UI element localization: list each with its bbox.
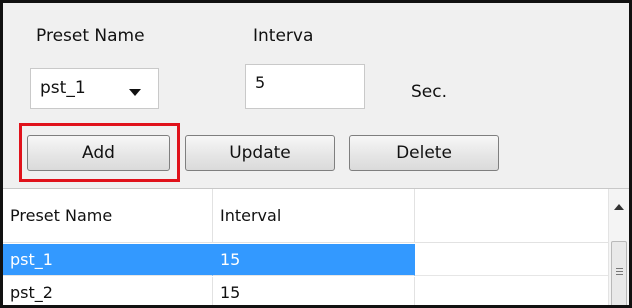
column-header-interval[interactable]: Interval — [213, 189, 415, 243]
interval-input-value: 5 — [255, 73, 266, 92]
cell-preset-name: pst_2 — [3, 277, 213, 305]
vertical-scrollbar[interactable] — [608, 189, 629, 305]
interval-input[interactable]: 5 — [245, 64, 365, 109]
add-button[interactable]: Add — [27, 135, 170, 171]
delete-button[interactable]: Delete — [349, 135, 499, 171]
column-header-empty[interactable] — [415, 189, 608, 243]
table-row[interactable]: pst_2 15 — [3, 277, 608, 305]
cell-empty — [415, 244, 608, 276]
table-header: Preset Name Interval — [3, 189, 608, 243]
cell-interval: 15 — [213, 244, 415, 276]
scroll-up-arrow-icon[interactable] — [614, 204, 624, 210]
cell-interval: 15 — [213, 277, 415, 305]
preset-panel: Preset Name Interva pst_1 5 Sec. Add Upd… — [0, 0, 632, 308]
preset-name-label: Preset Name — [36, 26, 145, 46]
cell-empty — [415, 277, 608, 305]
table-row[interactable]: pst_1 15 — [3, 244, 608, 276]
grip-line — [616, 271, 623, 272]
preset-name-dropdown[interactable]: pst_1 — [30, 68, 159, 109]
grip-line — [616, 268, 623, 269]
column-header-preset-name[interactable]: Preset Name — [3, 189, 213, 243]
preset-name-selected-value: pst_1 — [40, 78, 86, 98]
chevron-down-icon[interactable] — [129, 89, 141, 96]
cell-preset-name: pst_1 — [3, 244, 213, 276]
scrollbar-thumb[interactable] — [611, 241, 627, 305]
preset-table: Preset Name Interval pst_1 15 pst_2 15 — [3, 188, 629, 305]
interval-unit-label: Sec. — [411, 82, 448, 102]
interval-label: Interva — [253, 26, 314, 46]
grip-line — [616, 274, 623, 275]
update-button[interactable]: Update — [185, 135, 335, 171]
